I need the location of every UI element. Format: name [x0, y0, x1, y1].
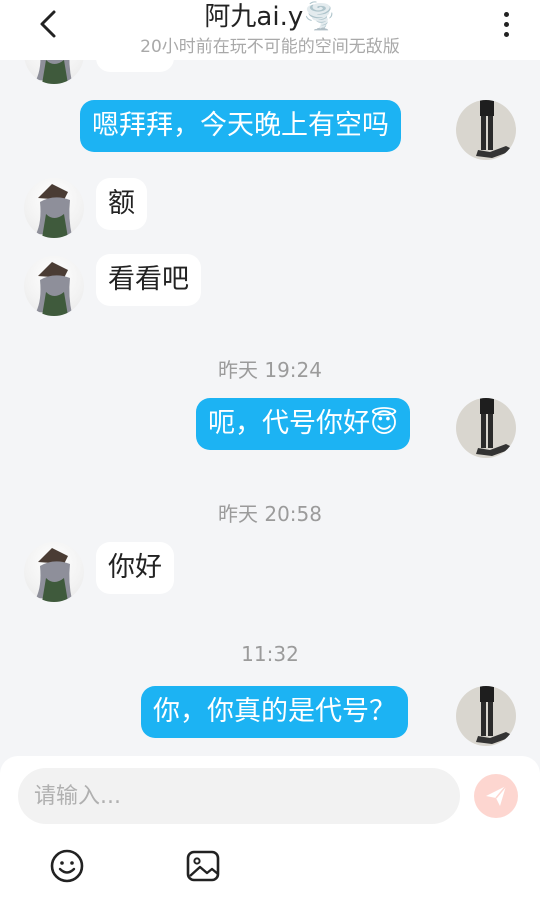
my-avatar[interactable]	[456, 398, 516, 458]
send-button[interactable]	[474, 774, 518, 818]
more-button[interactable]	[498, 10, 516, 40]
message-bubble-outgoing[interactable]: 呃，代号你好😇	[196, 398, 411, 450]
contact-name: 阿九ai.y🌪️	[204, 2, 336, 32]
contact-status: 20小时前在玩不可能的空间无敌版	[140, 37, 400, 57]
image-button[interactable]	[185, 848, 221, 884]
contact-avatar[interactable]	[24, 542, 84, 602]
message-bubble-incoming[interactable]: 看看吧	[96, 254, 201, 306]
more-vertical-icon	[504, 12, 509, 17]
emoji-button[interactable]	[49, 848, 85, 884]
contact-avatar[interactable]	[24, 256, 84, 316]
my-avatar[interactable]	[456, 686, 516, 746]
message-input[interactable]	[18, 768, 460, 824]
contact-avatar[interactable]	[24, 178, 84, 238]
message-list[interactable]: 拜拜 嗯拜拜，今天晚上有空吗 额 看看吧 昨天 19:24 呃，代号你好😇 昨天…	[0, 0, 540, 760]
chat-header: 阿九ai.y🌪️ 20小时前在玩不可能的空间无敌版	[0, 0, 540, 60]
message-bubble-outgoing[interactable]: 你，你真的是代号？	[141, 686, 408, 738]
timestamp: 昨天 19:24	[218, 358, 322, 382]
message-bubble-outgoing[interactable]: 嗯拜拜，今天晚上有空吗	[80, 100, 401, 152]
message-bubble-incoming[interactable]: 额	[96, 178, 147, 230]
timestamp: 11:32	[241, 642, 299, 666]
my-avatar[interactable]	[456, 100, 516, 160]
image-icon	[186, 850, 220, 882]
message-composer	[0, 756, 540, 912]
send-icon	[486, 785, 507, 806]
message-bubble-incoming[interactable]: 你好	[96, 542, 174, 594]
timestamp: 昨天 20:58	[218, 502, 322, 526]
emoji-icon	[50, 849, 84, 883]
